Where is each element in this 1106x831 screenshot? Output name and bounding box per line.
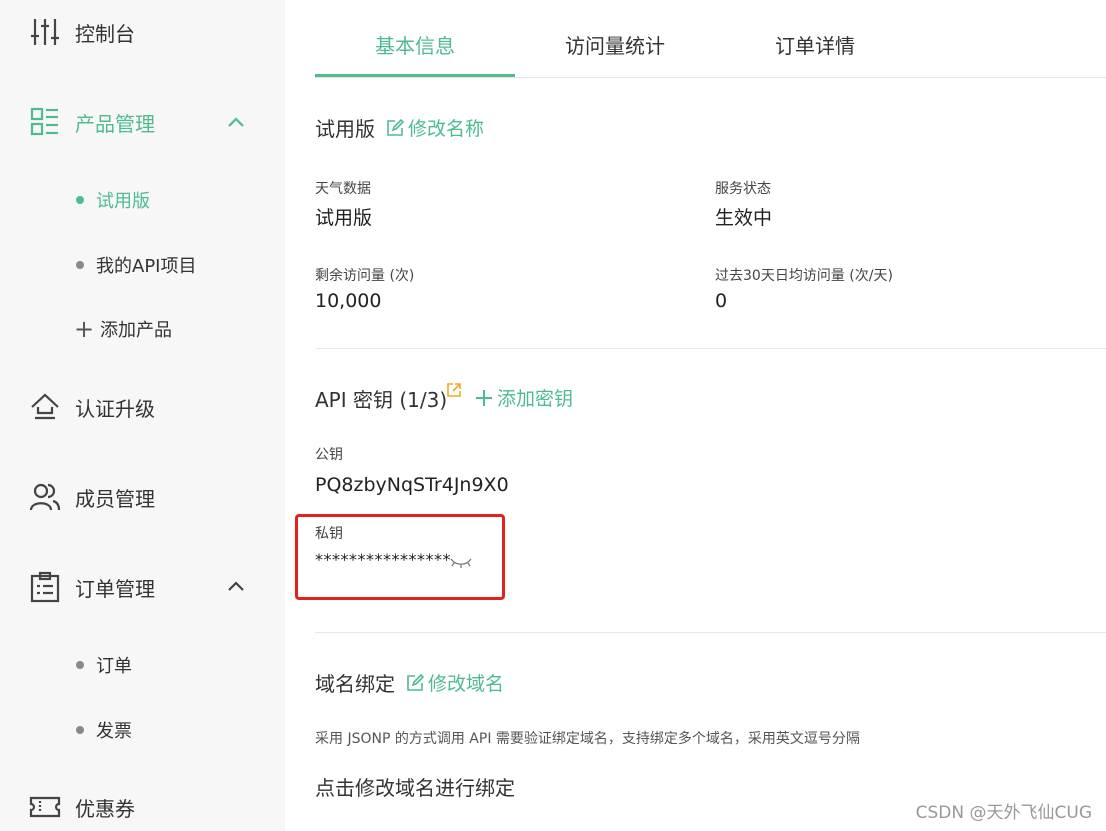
field-value-weather: 试用版	[315, 207, 373, 229]
edit-icon	[387, 118, 404, 136]
domain-description: 采用 JSONP 的方式调用 API 需要验证绑定域名，支持绑定多个域名，采用英…	[315, 731, 860, 747]
product-name: 试用版	[315, 117, 375, 141]
bullet-dot	[76, 726, 84, 734]
tab-basic-info[interactable]: 基本信息	[315, 30, 515, 59]
divider	[315, 632, 1106, 633]
private-key-value: ****************	[315, 550, 451, 569]
sub-item-my-api-projects-label: 我的API项目	[96, 256, 197, 277]
field-value-service-status: 生效中	[715, 207, 773, 229]
nav-console-label: 控制台	[75, 21, 135, 46]
edit-domain-link[interactable]: 修改域名	[406, 669, 504, 696]
nav-coupons-label: 优惠券	[75, 796, 135, 821]
field-value-daily-avg: 0	[715, 290, 728, 312]
sub-item-add-product[interactable]: + 添加产品	[74, 314, 172, 344]
nav-product-management[interactable]: 产品管理	[28, 102, 155, 142]
tab-visit-stats[interactable]: 访问量统计	[515, 30, 715, 59]
add-key-link[interactable]: 添加密钥	[475, 384, 573, 411]
field-label-remaining: 剩余访问量 (次)	[315, 268, 415, 284]
eye-closed-icon[interactable]	[449, 555, 473, 574]
tab-bar: 基本信息 访问量统计 订单详情	[315, 0, 1106, 78]
watermark: CSDN @天外飞仙CUG	[915, 803, 1092, 823]
nav-coupons[interactable]: 优惠券	[28, 787, 135, 827]
api-keys-title: API 密钥 (1/3)	[315, 388, 448, 412]
sub-item-add-product-label: 添加产品	[100, 320, 172, 341]
rename-link-label: 修改名称	[408, 118, 485, 140]
ticket-icon	[28, 790, 62, 824]
bullet-dot	[76, 661, 84, 669]
chevron-up-icon[interactable]	[226, 577, 246, 597]
users-icon	[28, 480, 62, 514]
chevron-up-icon[interactable]	[226, 113, 246, 133]
field-label-service-status: 服务状态	[715, 181, 771, 197]
nav-member-management-label: 成员管理	[75, 486, 155, 511]
tab-order-details[interactable]: 订单详情	[715, 30, 915, 59]
sub-item-trial[interactable]: 试用版	[74, 185, 150, 215]
edit-domain-link-label: 修改域名	[428, 673, 505, 695]
nav-order-management-label: 订单管理	[75, 576, 155, 601]
add-key-link-label: 添加密钥	[497, 388, 574, 410]
field-label-daily-avg: 过去30天日均访问量 (次/天)	[715, 268, 893, 284]
sub-item-orders-label: 订单	[96, 656, 132, 677]
sub-item-invoices-label: 发票	[96, 721, 132, 742]
nav-product-management-label: 产品管理	[75, 111, 155, 136]
main-content: 基本信息 访问量统计 订单详情 试用版 修改名称 天气数据 试用版 服务状态 生…	[285, 0, 1106, 831]
clipboard-icon	[28, 570, 62, 604]
sliders-icon	[28, 15, 62, 49]
nav-member-management[interactable]: 成员管理	[28, 477, 155, 517]
sub-item-invoices[interactable]: 发票	[74, 715, 132, 745]
bullet-dot	[76, 261, 84, 269]
sub-item-my-api-projects[interactable]: 我的API项目	[74, 250, 196, 280]
sub-item-orders[interactable]: 订单	[74, 650, 132, 680]
public-key-label: 公钥	[315, 447, 343, 463]
nav-certification-upgrade[interactable]: 认证升级	[28, 387, 155, 427]
edit-icon	[407, 673, 424, 691]
tab-active-indicator	[315, 74, 515, 77]
public-key-value: PQ8zbyNqSTr4Jn9X0	[315, 474, 509, 496]
sub-item-trial-label: 试用版	[96, 191, 150, 212]
grid-list-icon	[28, 105, 62, 139]
nav-console[interactable]: 控制台	[28, 12, 135, 52]
nav-order-management[interactable]: 订单管理	[28, 567, 155, 607]
rename-link[interactable]: 修改名称	[386, 114, 484, 141]
domain-prompt: 点击修改域名进行绑定	[315, 776, 515, 800]
plus-icon	[476, 389, 492, 406]
field-value-remaining: 10,000	[315, 290, 382, 312]
domain-title: 域名绑定	[315, 672, 395, 696]
field-label-weather: 天气数据	[315, 181, 371, 197]
upgrade-icon	[28, 390, 62, 424]
bullet-dot	[76, 196, 84, 204]
plus-icon: +	[74, 315, 95, 343]
external-link-icon[interactable]	[446, 382, 462, 402]
sidebar: 控制台 产品管理 试用版 我的API项目 + 添加产品 认证升级 成员管理 订单…	[0, 0, 285, 831]
divider	[315, 348, 1106, 349]
nav-certification-upgrade-label: 认证升级	[75, 396, 155, 421]
private-key-label: 私钥	[315, 526, 343, 542]
